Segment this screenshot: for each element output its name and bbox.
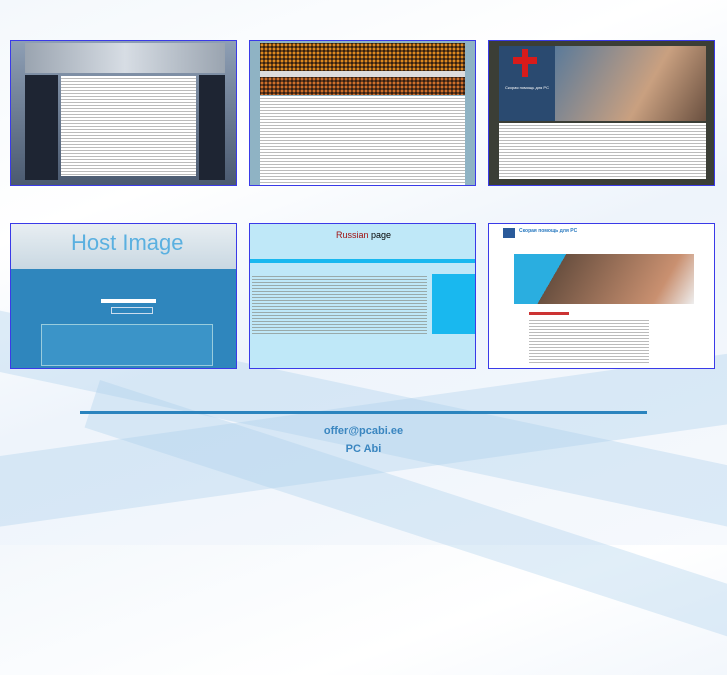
header-photo xyxy=(555,46,706,121)
header-banner xyxy=(25,43,225,73)
right-sidebar xyxy=(199,75,225,180)
title-black: page xyxy=(371,230,392,240)
title-bar xyxy=(250,259,475,263)
upload-button[interactable] xyxy=(111,307,153,314)
header-photo xyxy=(514,254,694,304)
site-title: Russian page xyxy=(250,230,475,240)
header-banner xyxy=(260,43,465,71)
website-thumbnail-1[interactable] xyxy=(10,40,237,186)
website-thumbnail-5[interactable]: Russian page xyxy=(249,223,476,369)
title-red: Russian xyxy=(335,230,369,240)
right-panel xyxy=(432,274,475,334)
divider xyxy=(80,411,647,414)
content-area xyxy=(499,123,706,179)
site-title: Host Image xyxy=(71,230,184,255)
banner-strip xyxy=(260,77,465,95)
website-thumbnail-3[interactable]: Скорая помощь для PC xyxy=(488,40,715,186)
left-sidebar xyxy=(25,75,58,180)
contact-email[interactable]: offer@pcabi.ee xyxy=(0,425,727,437)
site-title: Скорая помощь для PC xyxy=(519,228,578,234)
company-name: PC Abi xyxy=(345,443,382,455)
site-title: Скорая помощь для PC xyxy=(505,85,549,90)
page-heading xyxy=(529,312,569,315)
content-area xyxy=(61,76,196,176)
info-box xyxy=(41,324,213,366)
website-thumbnail-6[interactable]: Скорая помощь для PC xyxy=(488,223,715,369)
red-cross-icon xyxy=(513,57,537,64)
url-input[interactable] xyxy=(101,299,156,303)
link-grid xyxy=(252,274,427,334)
website-thumbnail-4[interactable]: Host Image xyxy=(10,223,237,369)
content-area xyxy=(529,318,649,363)
website-thumbnail-2[interactable] xyxy=(249,40,476,186)
content-area xyxy=(260,96,465,185)
laptop-logo-icon xyxy=(503,228,515,238)
